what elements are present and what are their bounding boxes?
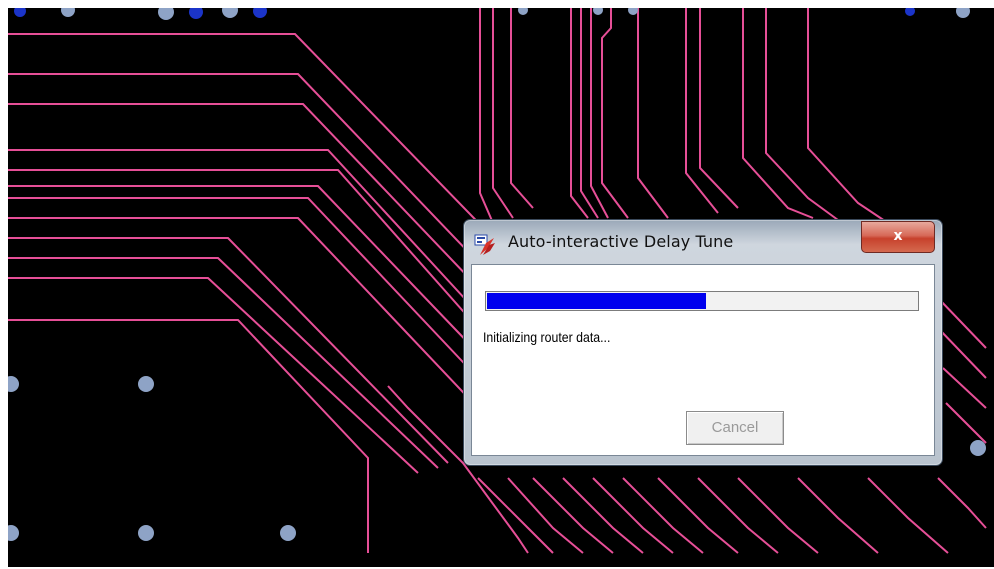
via: [61, 8, 75, 17]
trace: [479, 8, 494, 224]
trace: [8, 33, 504, 428]
trace: [797, 477, 879, 554]
via: [222, 8, 238, 18]
close-icon: x: [893, 228, 903, 244]
trace: [8, 319, 369, 553]
status-text: Initializing router data...: [483, 329, 611, 345]
trace: [510, 8, 534, 209]
progress-bar: [485, 291, 919, 311]
trace: [8, 197, 479, 379]
trace: [945, 402, 987, 444]
via: [253, 8, 267, 18]
dialog-body: Initializing router data... Cancel: [471, 264, 935, 456]
via: [280, 525, 296, 541]
trace: [8, 149, 479, 314]
cancel-button[interactable]: Cancel: [686, 411, 784, 445]
trace: [8, 237, 449, 464]
trace: [937, 477, 987, 529]
via: [956, 8, 970, 18]
dialog-titlebar[interactable]: Auto-interactive Delay Tune x: [464, 220, 942, 264]
via: [189, 8, 203, 19]
trace: [601, 8, 629, 219]
via: [158, 8, 174, 20]
via: [138, 525, 154, 541]
delay-tune-dialog: Auto-interactive Delay Tune x Initializi…: [463, 219, 943, 466]
progress-bar-fill: [487, 293, 706, 309]
via: [628, 8, 638, 15]
trace: [8, 73, 499, 284]
trace: [699, 8, 739, 209]
trace: [807, 8, 889, 224]
via: [8, 376, 19, 392]
trace: [765, 8, 839, 221]
trace: [697, 477, 779, 554]
via: [8, 525, 19, 541]
trace: [570, 8, 589, 219]
trace: [867, 477, 949, 554]
trace: [580, 8, 599, 219]
via: [138, 376, 154, 392]
trace: [637, 8, 669, 219]
trace: [937, 297, 987, 349]
trace: [8, 257, 439, 469]
trace: [8, 185, 479, 354]
trace: [657, 477, 739, 554]
dialog-title: Auto-interactive Delay Tune: [508, 232, 734, 251]
via: [14, 8, 26, 17]
trace: [8, 217, 479, 409]
via: [970, 440, 986, 456]
trace: [8, 277, 419, 474]
delay-tune-app-icon: [474, 234, 495, 255]
via: [905, 8, 915, 16]
close-button[interactable]: x: [861, 221, 935, 253]
trace: [942, 367, 987, 409]
via: [518, 8, 528, 15]
trace: [737, 477, 819, 554]
trace: [742, 8, 814, 219]
trace: [8, 103, 494, 304]
via: [593, 8, 603, 15]
trace: [622, 477, 704, 554]
